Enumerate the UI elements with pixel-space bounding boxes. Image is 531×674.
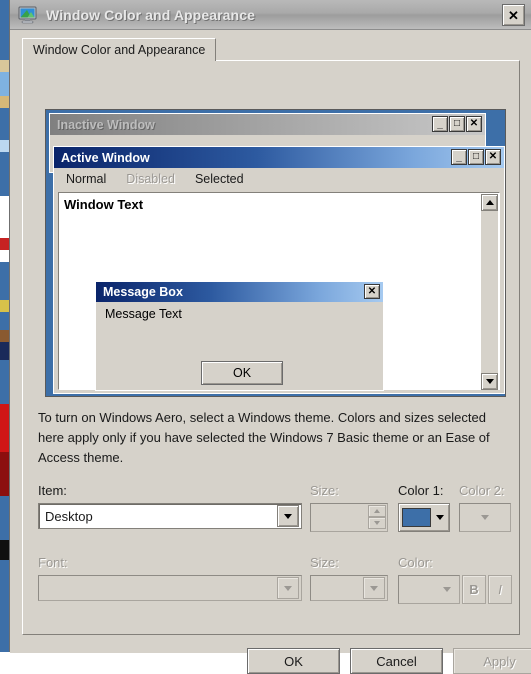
chevron-down-icon: [277, 505, 299, 527]
menu-item-selected[interactable]: Selected: [195, 172, 244, 186]
color2-button: [459, 503, 511, 532]
dialog-title-bar: Window Color and Appearance ✕: [10, 0, 531, 30]
preview-messagebox-body-text: Message Text: [105, 307, 182, 321]
close-icon[interactable]: ✕: [485, 149, 501, 165]
color2-label: Color 2:: [459, 483, 505, 498]
size-label: Size:: [310, 483, 339, 498]
color1-label: Color 1:: [398, 483, 444, 498]
preview-inactive-window-buttons: _ □ ✕: [432, 116, 482, 132]
chevron-down-icon: [481, 515, 489, 520]
menu-item-normal[interactable]: Normal: [66, 172, 106, 186]
tab-window-color-and-appearance[interactable]: Window Color and Appearance: [22, 38, 217, 61]
close-icon[interactable]: ✕: [502, 4, 525, 26]
preview-active-title-text: Active Window: [61, 150, 150, 165]
size-spinner: [310, 503, 388, 532]
close-icon[interactable]: ✕: [364, 284, 380, 299]
chevron-down-icon: [363, 577, 385, 599]
preview-active-titlebar: Active Window _ □ ✕: [54, 147, 504, 168]
dialog-title-text: Window Color and Appearance: [46, 6, 255, 23]
italic-button: I: [488, 575, 512, 604]
close-icon[interactable]: ✕: [466, 116, 482, 132]
preview-messagebox-titlebar: Message Box ✕: [96, 282, 383, 302]
preview-active-window-buttons: _ □ ✕: [451, 149, 501, 165]
chevron-down-icon: [277, 577, 299, 599]
preview-vertical-scrollbar[interactable]: [481, 194, 498, 390]
bold-button: B: [462, 575, 486, 604]
tab-strip: Window Color and Appearance: [22, 38, 523, 61]
font-label: Font:: [38, 555, 68, 570]
menu-item-disabled: Disabled: [126, 172, 175, 186]
scroll-down-icon[interactable]: [481, 373, 498, 390]
preview-messagebox-title-text: Message Box: [103, 285, 183, 299]
scrollbar-track[interactable]: [481, 211, 498, 373]
spinner-down-icon: [368, 517, 386, 529]
scroll-up-icon[interactable]: [481, 194, 498, 211]
font-color-label: Color:: [398, 555, 433, 570]
maximize-icon[interactable]: □: [449, 116, 465, 132]
preview-inactive-title-text: Inactive Window: [57, 117, 155, 132]
item-combobox[interactable]: Desktop: [38, 503, 302, 529]
item-label: Item:: [38, 483, 67, 498]
minimize-icon[interactable]: _: [451, 149, 467, 165]
size-spinner-buttons: [368, 505, 386, 531]
appearance-preview-pane: Inactive Window _ □ ✕ Active Window _ □ …: [45, 109, 506, 397]
maximize-icon[interactable]: □: [468, 149, 484, 165]
chevron-down-icon: [443, 587, 451, 592]
preview-message-box: Message Box ✕ Message Text OK: [95, 281, 384, 391]
preview-inactive-titlebar: Inactive Window _ □ ✕: [50, 114, 485, 135]
minimize-icon[interactable]: _: [432, 116, 448, 132]
preview-menu-bar: Normal Disabled Selected: [54, 168, 504, 190]
description-text: To turn on Windows Aero, select a Window…: [38, 410, 490, 465]
dialog-client-area: Window Color and Appearance Inactive Win…: [10, 30, 531, 674]
window-color-appearance-dialog: Window Color and Appearance ✕ Window Col…: [9, 0, 531, 674]
preview-window-text: Window Text: [64, 197, 144, 212]
item-combobox-value: Desktop: [45, 508, 93, 524]
font-size-label: Size:: [310, 555, 339, 570]
chevron-down-icon: [431, 515, 449, 520]
spinner-up-icon: [368, 505, 386, 517]
color1-swatch: [402, 508, 431, 527]
font-combobox: [38, 575, 302, 601]
display-monitor-icon: [18, 6, 38, 24]
color1-button[interactable]: [398, 503, 450, 532]
font-size-combobox: [310, 575, 388, 601]
font-color-button: [398, 575, 460, 604]
preview-messagebox-ok-button[interactable]: OK: [201, 361, 283, 385]
